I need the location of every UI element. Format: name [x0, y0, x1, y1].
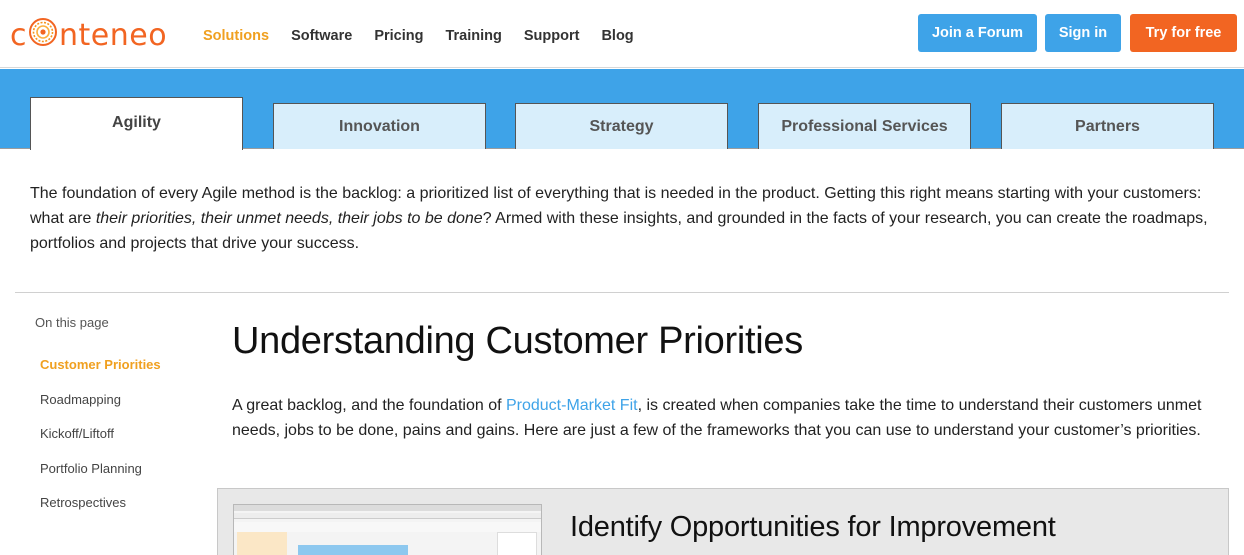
tab-agility[interactable]: Agility	[30, 97, 243, 150]
thumb-canvas	[298, 545, 408, 555]
nav-solutions[interactable]: Solutions	[203, 26, 269, 46]
framework-card: Identify Opportunities for Improvement	[217, 488, 1229, 555]
main-nav: Solutions Software Pricing Training Supp…	[203, 26, 656, 46]
content-divider	[15, 292, 1229, 293]
thumb-sidebar	[237, 532, 287, 555]
tab-innovation[interactable]: Innovation	[273, 103, 486, 149]
on-this-page-heading: On this page	[35, 315, 109, 330]
conteneo-logo[interactable]: c nteneo	[10, 17, 168, 54]
site-header: c nteneo Solutions Software Pricing Trai…	[0, 0, 1244, 68]
sidebar-item-roadmapping[interactable]: Roadmapping	[40, 392, 161, 427]
sidebar-item-kickoff-liftoff[interactable]: Kickoff/Liftoff	[40, 426, 161, 461]
main-text-start: A great backlog, and the foundation of	[232, 397, 506, 414]
sign-in-button[interactable]: Sign in	[1045, 14, 1121, 52]
logo-text-start: c	[10, 18, 27, 53]
product-market-fit-link[interactable]: Product-Market Fit	[506, 397, 638, 414]
nav-training[interactable]: Training	[445, 26, 501, 46]
sidebar-item-retrospectives[interactable]: Retrospectives	[40, 495, 161, 530]
join-forum-button[interactable]: Join a Forum	[918, 14, 1037, 52]
nav-support[interactable]: Support	[524, 26, 580, 46]
thumb-panel	[497, 532, 537, 555]
tab-professional-services[interactable]: Professional Services	[758, 103, 971, 149]
try-for-free-button[interactable]: Try for free	[1130, 14, 1237, 52]
logo-text-end: nteneo	[59, 18, 168, 53]
nav-software[interactable]: Software	[291, 26, 352, 46]
card-title: Identify Opportunities for Improvement	[570, 511, 1056, 543]
intro-emphasis: their priorities, their unmet needs, the…	[95, 210, 483, 227]
on-page-nav: Customer Priorities Roadmapping Kickoff/…	[40, 357, 161, 530]
tab-partners[interactable]: Partners	[1001, 103, 1214, 149]
intro-paragraph: The foundation of every Agile method is …	[30, 181, 1220, 256]
main-paragraph: A great backlog, and the foundation of P…	[232, 393, 1222, 443]
sidebar-item-customer-priorities[interactable]: Customer Priorities	[40, 357, 161, 392]
thumb-titlebar	[234, 505, 541, 511]
thumb-toolbar	[234, 513, 541, 519]
nav-blog[interactable]: Blog	[601, 26, 633, 46]
tab-strategy[interactable]: Strategy	[515, 103, 728, 149]
thumb-header	[234, 522, 541, 532]
section-tabs-band: Agility Innovation Strategy Professional…	[0, 69, 1244, 150]
sidebar-item-portfolio-planning[interactable]: Portfolio Planning	[40, 461, 161, 496]
page-title: Understanding Customer Priorities	[232, 320, 803, 362]
app-screenshot-thumbnail[interactable]	[233, 504, 542, 555]
sun-logo-icon	[28, 17, 58, 52]
nav-pricing[interactable]: Pricing	[374, 26, 423, 46]
